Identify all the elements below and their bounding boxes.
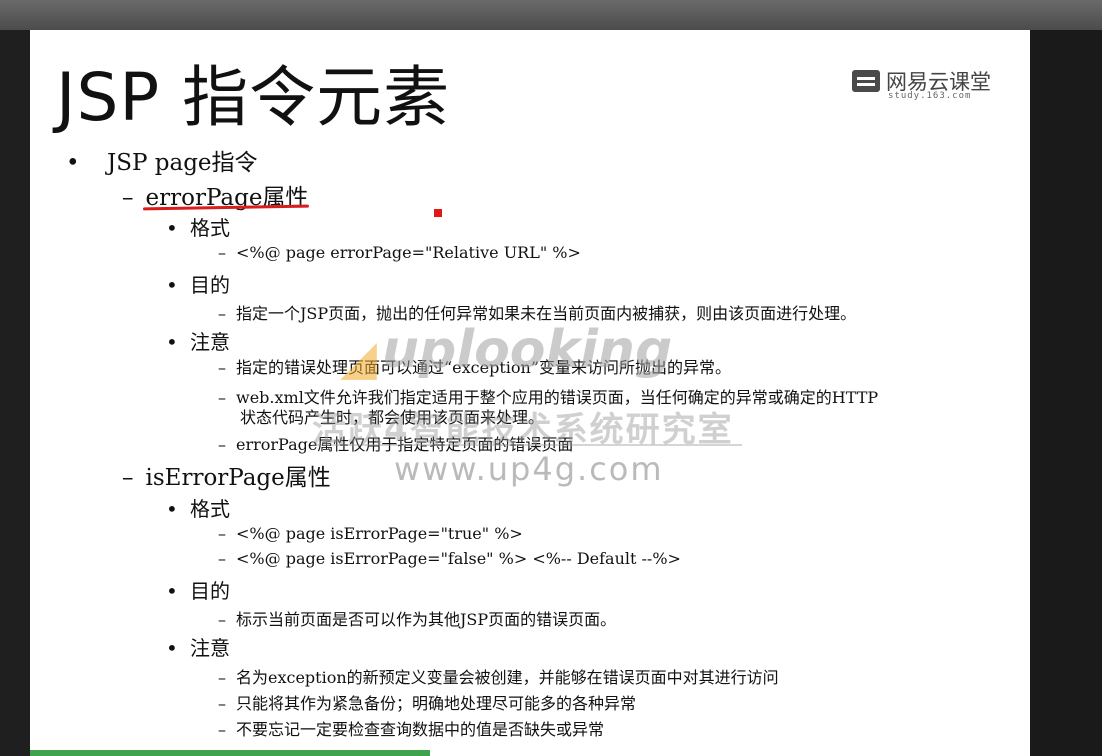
list-item-label: isErrorPage属性 <box>145 465 331 491</box>
list-item-label: 不要忘记一定要检查查询数据中的值是否缺失或异常 <box>236 720 605 739</box>
bullet-marker: • <box>166 273 178 297</box>
list-item-label: 格式 <box>190 216 230 240</box>
bullet-marker: • <box>66 150 80 176</box>
list-item-label: <%@ page errorPage="Relative URL" %> <box>236 243 581 262</box>
watermark-divider <box>312 444 742 446</box>
dash-marker: – <box>218 243 226 262</box>
list-item-level4: – 只能将其作为紧急备份；明确地处理尽可能多的各种异常 <box>218 690 636 714</box>
list-item-level3: • 格式 <box>166 493 230 522</box>
dash-marker: – <box>218 435 226 454</box>
red-pointer-dot <box>434 209 442 217</box>
list-item-level4: – 不要忘记一定要检查查询数据中的值是否缺失或异常 <box>218 716 604 740</box>
list-item-label: 名为exception的新预定义变量会被创建，并能够在错误页面中对其进行访问 <box>236 668 779 687</box>
slide-title: JSP 指令元素 <box>56 59 451 136</box>
list-item-level3: • 目的 <box>166 269 230 298</box>
dash-marker: – <box>218 358 226 377</box>
list-item-level2: – isErrorPage属性 <box>122 458 331 492</box>
dash-marker: – <box>218 549 226 568</box>
bullet-marker: • <box>166 330 178 354</box>
logo-url: study.163.com <box>888 91 972 101</box>
presentation-slide: JSP 指令元素 网易云课堂 study.163.com • JSP page指令… <box>30 30 1030 756</box>
bullet-marker: • <box>166 216 178 240</box>
dash-marker: – <box>218 304 226 323</box>
watermark-brand: uplooking <box>382 320 673 380</box>
list-item-label: <%@ page isErrorPage="false" %> <%-- Def… <box>236 549 681 568</box>
list-item-label: 目的 <box>190 579 230 603</box>
dash-marker: – <box>218 694 226 713</box>
list-item-level3: • 注意 <box>166 326 230 355</box>
list-item-label: 注意 <box>190 636 230 660</box>
list-item-label: 注意 <box>190 330 230 354</box>
list-item-level3: • 注意 <box>166 632 230 661</box>
watermark-url: www.up4g.com <box>394 450 664 488</box>
list-item-label: 标示当前页面是否可以作为其他JSP页面的错误页面。 <box>236 610 617 629</box>
list-item-level4: – 名为exception的新预定义变量会被创建，并能够在错误页面中对其进行访问 <box>218 664 779 688</box>
list-item-level1: • JSP page指令 <box>66 143 258 177</box>
dash-marker: – <box>218 524 226 543</box>
video-top-bar <box>0 0 1102 30</box>
list-item-label: JSP page指令 <box>107 150 258 176</box>
list-item-level3: • 目的 <box>166 575 230 604</box>
list-item-level4: – <%@ page errorPage="Relative URL" %> <box>218 243 581 262</box>
bullet-marker: • <box>166 579 178 603</box>
netease-cloud-classroom-logo-icon <box>852 70 880 92</box>
dash-marker: – <box>218 610 226 629</box>
bullet-marker: • <box>166 497 178 521</box>
list-item-level4: – 标示当前页面是否可以作为其他JSP页面的错误页面。 <box>218 606 616 630</box>
logo: 网易云课堂 study.163.com <box>852 66 1002 106</box>
dash-marker: – <box>122 465 134 491</box>
list-item-level4: – <%@ page isErrorPage="true" %> <box>218 524 523 543</box>
dash-marker: – <box>218 388 226 407</box>
video-right-margin <box>1030 30 1102 756</box>
dash-marker: – <box>218 668 226 687</box>
list-item-label: <%@ page isErrorPage="true" %> <box>236 524 523 543</box>
video-progress-accent <box>30 750 430 756</box>
dash-marker: – <box>122 185 134 211</box>
list-item-level4: – <%@ page isErrorPage="false" %> <%-- De… <box>218 549 681 568</box>
list-item-label: 目的 <box>190 273 230 297</box>
bullet-marker: • <box>166 636 178 660</box>
video-left-margin <box>0 30 30 756</box>
list-item-level3: • 格式 <box>166 212 230 241</box>
list-item-label: 只能将其作为紧急备份；明确地处理尽可能多的各种异常 <box>236 694 637 713</box>
list-item-label: 格式 <box>190 497 230 521</box>
dash-marker: – <box>218 720 226 739</box>
